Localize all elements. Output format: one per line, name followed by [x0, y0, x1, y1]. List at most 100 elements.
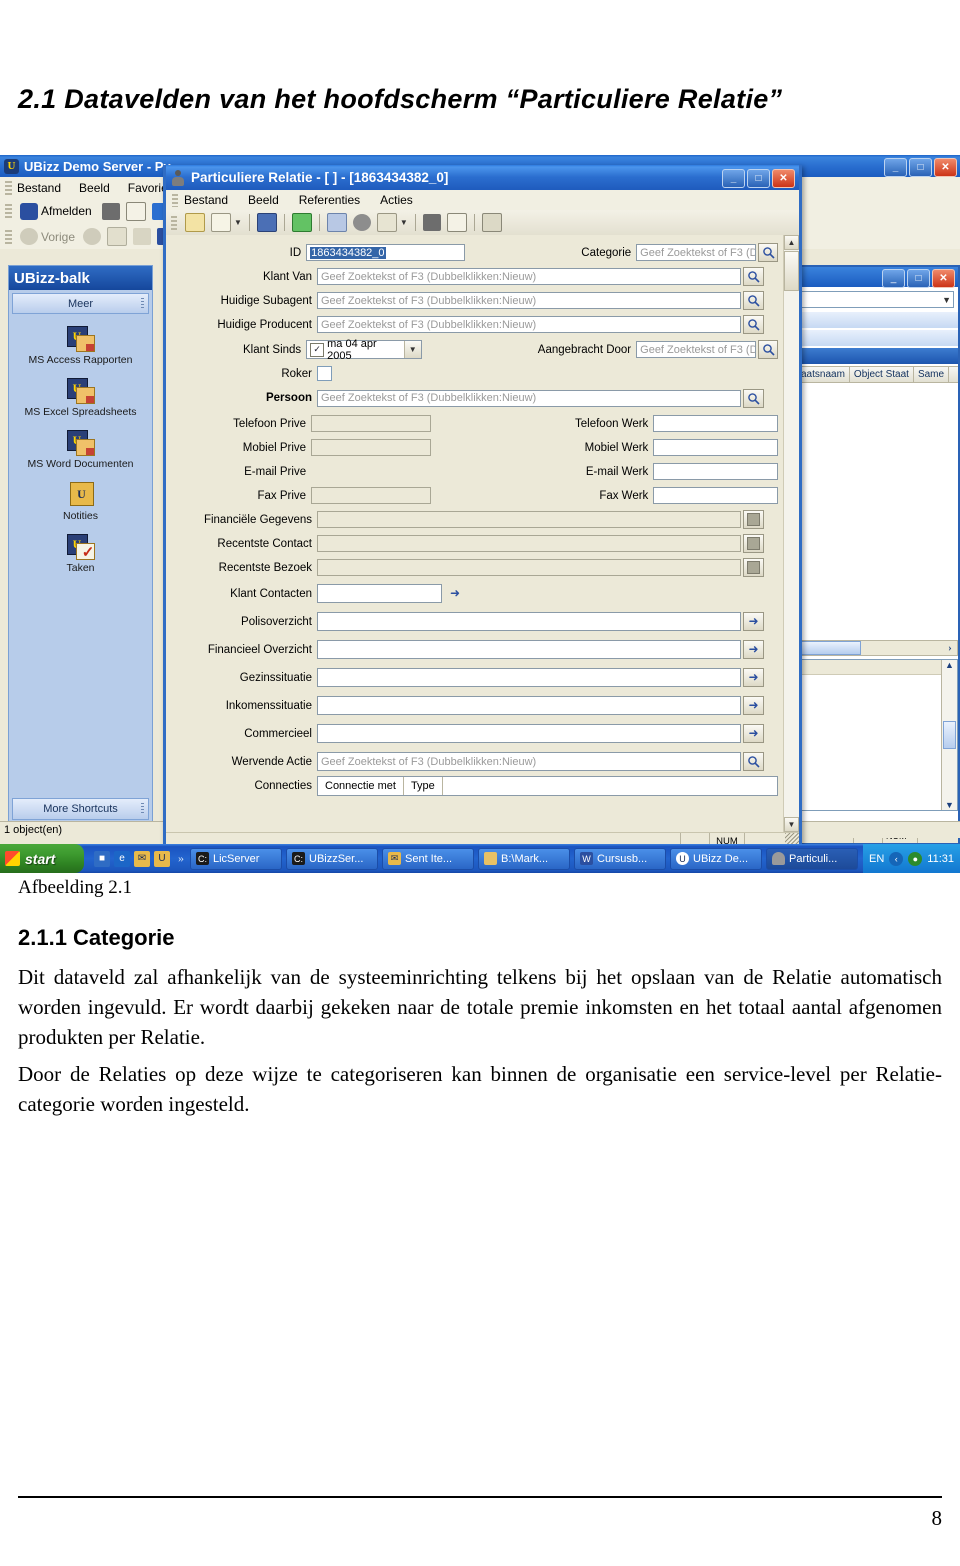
quick-launch-overflow-icon[interactable]: » — [178, 851, 184, 866]
search-icon[interactable] — [743, 291, 764, 310]
sidebar-item-ms-access-rapporten[interactable]: U MS Access Rapporten — [9, 326, 152, 366]
close-button[interactable]: ✕ — [772, 169, 795, 188]
tray-expand-icon[interactable]: ‹ — [889, 851, 904, 866]
recentste-bezoek-input[interactable] — [317, 559, 741, 576]
column-header-type[interactable]: Type — [404, 777, 443, 795]
financieel-overzicht-go-icon[interactable]: ➜ — [743, 640, 764, 659]
background-window-buttons[interactable]: _ □ ✕ — [884, 158, 957, 177]
polisoverzicht-input[interactable] — [317, 612, 741, 631]
more-shortcuts-button[interactable]: More Shortcuts — [12, 798, 149, 820]
commercieel-input[interactable] — [317, 724, 741, 743]
clock[interactable]: 11:31 — [927, 853, 954, 865]
actions-icon[interactable] — [376, 213, 397, 232]
horizontal-scrollbar[interactable]: › — [797, 640, 958, 656]
taskbar-button-cursusboek[interactable]: W Cursusb... — [574, 847, 666, 870]
huidige-producent-input[interactable]: Geef Zoektekst of F3 (Dubbelklikken:Nieu… — [317, 316, 741, 333]
outlook-bar-more-button[interactable]: Meer — [12, 293, 149, 314]
menu-beeld[interactable]: Beeld — [248, 193, 279, 207]
print-icon[interactable] — [101, 202, 120, 220]
taskbar-button-licserver[interactable]: C: LicServer — [190, 847, 282, 870]
home-icon[interactable] — [133, 228, 152, 245]
copy-record-icon[interactable] — [211, 213, 231, 232]
klant-contacten-go-icon[interactable]: ➜ — [446, 584, 464, 603]
chevron-down-icon[interactable]: ▼ — [403, 341, 421, 358]
toolbar-afmelden-label[interactable]: Afmelden — [41, 204, 92, 218]
chevron-right-icon[interactable]: › — [943, 642, 957, 654]
close-button[interactable]: ✕ — [934, 158, 957, 177]
toolbar2-grip[interactable] — [5, 229, 12, 244]
chevron-down-icon[interactable]: ▼ — [234, 218, 242, 227]
forward-icon[interactable] — [83, 228, 102, 245]
restore-button[interactable]: □ — [907, 269, 930, 288]
ubizz-icon[interactable]: U — [154, 850, 170, 867]
sidebar-item-ms-word-documenten[interactable]: U MS Word Documenten — [9, 430, 152, 470]
menu-referenties[interactable]: Referenties — [299, 193, 360, 207]
search-icon[interactable] — [743, 752, 764, 771]
persoon-input[interactable]: Geef Zoektekst of F3 (Dubbelklikken:Nieu… — [317, 389, 741, 407]
inkomenssituatie-go-icon[interactable]: ➜ — [743, 696, 764, 715]
quick-launch-bar[interactable]: ■ e ✉ U » — [88, 850, 190, 867]
toolbar-grip[interactable] — [5, 204, 12, 218]
print-icon[interactable] — [422, 214, 441, 231]
wervende-actie-input[interactable]: Geef Zoektekst of F3 (Dubbelklikken:Nieu… — [317, 752, 741, 771]
menu-bestand[interactable]: Bestand — [17, 181, 61, 195]
huidige-subagent-input[interactable]: Geef Zoektekst of F3 (Dubbelklikken:Nieu… — [317, 292, 741, 309]
connecties-grid[interactable]: Connectie met Type — [317, 776, 778, 796]
menu-bestand[interactable]: Bestand — [184, 193, 228, 207]
telefoon-prive-input[interactable] — [311, 415, 431, 432]
print-preview-icon[interactable] — [446, 213, 467, 232]
close-button[interactable]: ✕ — [932, 269, 955, 288]
refresh-icon[interactable] — [107, 227, 128, 246]
detail-pane-scrollbar[interactable]: ▲ ▼ — [941, 660, 957, 810]
klant-van-input[interactable]: Geef Zoektekst of F3 (Dubbelklikken:Nieu… — [317, 268, 741, 285]
show-desktop-icon[interactable]: ■ — [94, 850, 110, 867]
print-preview-icon[interactable] — [125, 201, 146, 221]
dialog-window-buttons[interactable]: _ □ ✕ — [722, 169, 795, 188]
recentste-contact-input[interactable] — [317, 535, 741, 552]
sidebar-item-taken[interactable]: U✓ Taken — [9, 534, 152, 574]
taskbar-button-bmark[interactable]: B:\Mark... — [478, 847, 570, 870]
mobiel-prive-input[interactable] — [311, 439, 431, 456]
sidebar-item-notities[interactable]: U Notities — [9, 482, 152, 522]
klant-sinds-datepicker[interactable]: ✓ ma 04 apr 2005 ▼ — [306, 338, 422, 362]
new-record-icon[interactable] — [185, 213, 205, 232]
financiele-gegevens-button[interactable] — [743, 510, 764, 529]
id-input[interactable]: 1863434382_0 — [306, 244, 466, 261]
chevron-up-icon[interactable]: ▲ — [945, 660, 954, 670]
list-column-headers[interactable]: aatsnaam Object Staat Same — [797, 366, 958, 383]
save-icon[interactable] — [256, 213, 277, 232]
toolbar-grip[interactable] — [171, 215, 177, 230]
taskbar-button-sent-items[interactable]: ✉ Sent Ite... — [382, 847, 474, 870]
toolbar-vorige-label[interactable]: Vorige — [41, 230, 75, 244]
sidebar-item-ms-excel-spreadsheets[interactable]: U MS Excel Spreadsheets — [9, 378, 152, 418]
properties-icon[interactable] — [481, 213, 502, 232]
logout-icon[interactable] — [20, 202, 38, 220]
taskbar-button-ubizzserver[interactable]: C: UBizzSer... — [286, 847, 378, 870]
categorie-input[interactable]: Geef Zoektekst of F3 (Du — [636, 244, 757, 261]
telefoon-werk-input[interactable] — [653, 415, 778, 432]
taskbar-button-ubizz-demo[interactable]: U UBizz De... — [670, 847, 762, 870]
gezinssituatie-go-icon[interactable]: ➜ — [743, 668, 764, 687]
language-indicator[interactable]: EN — [869, 853, 884, 865]
fax-prive-input[interactable] — [311, 487, 431, 504]
column-header-plaatsnaam[interactable]: aatsnaam — [797, 367, 850, 382]
back-icon[interactable] — [20, 228, 38, 245]
gezinssituatie-input[interactable] — [317, 668, 741, 687]
search-icon[interactable] — [758, 243, 778, 262]
mobiel-werk-input[interactable] — [653, 439, 778, 456]
scroll-down-icon[interactable]: ▼ — [784, 817, 799, 832]
start-button[interactable]: start — [0, 844, 84, 873]
menu-beeld[interactable]: Beeld — [79, 181, 110, 195]
history-icon[interactable] — [326, 213, 347, 232]
chevron-down-icon[interactable]: ▼ — [945, 800, 954, 810]
minimize-button[interactable]: _ — [882, 269, 905, 288]
dialog-titlebar[interactable]: Particuliere Relatie - [ ] - [1863434382… — [166, 165, 799, 190]
maximize-button[interactable]: □ — [747, 169, 770, 188]
financiele-gegevens-input[interactable] — [317, 511, 741, 528]
maximize-button[interactable]: □ — [909, 158, 932, 177]
minimize-button[interactable]: _ — [884, 158, 907, 177]
aangebracht-door-input[interactable]: Geef Zoektekst of F3 (Du — [636, 341, 757, 358]
form-vertical-scrollbar[interactable]: ▲ ▼ — [783, 235, 799, 832]
financieel-overzicht-input[interactable] — [317, 640, 741, 659]
object-list-window-buttons[interactable]: _ □ ✕ — [882, 269, 955, 288]
